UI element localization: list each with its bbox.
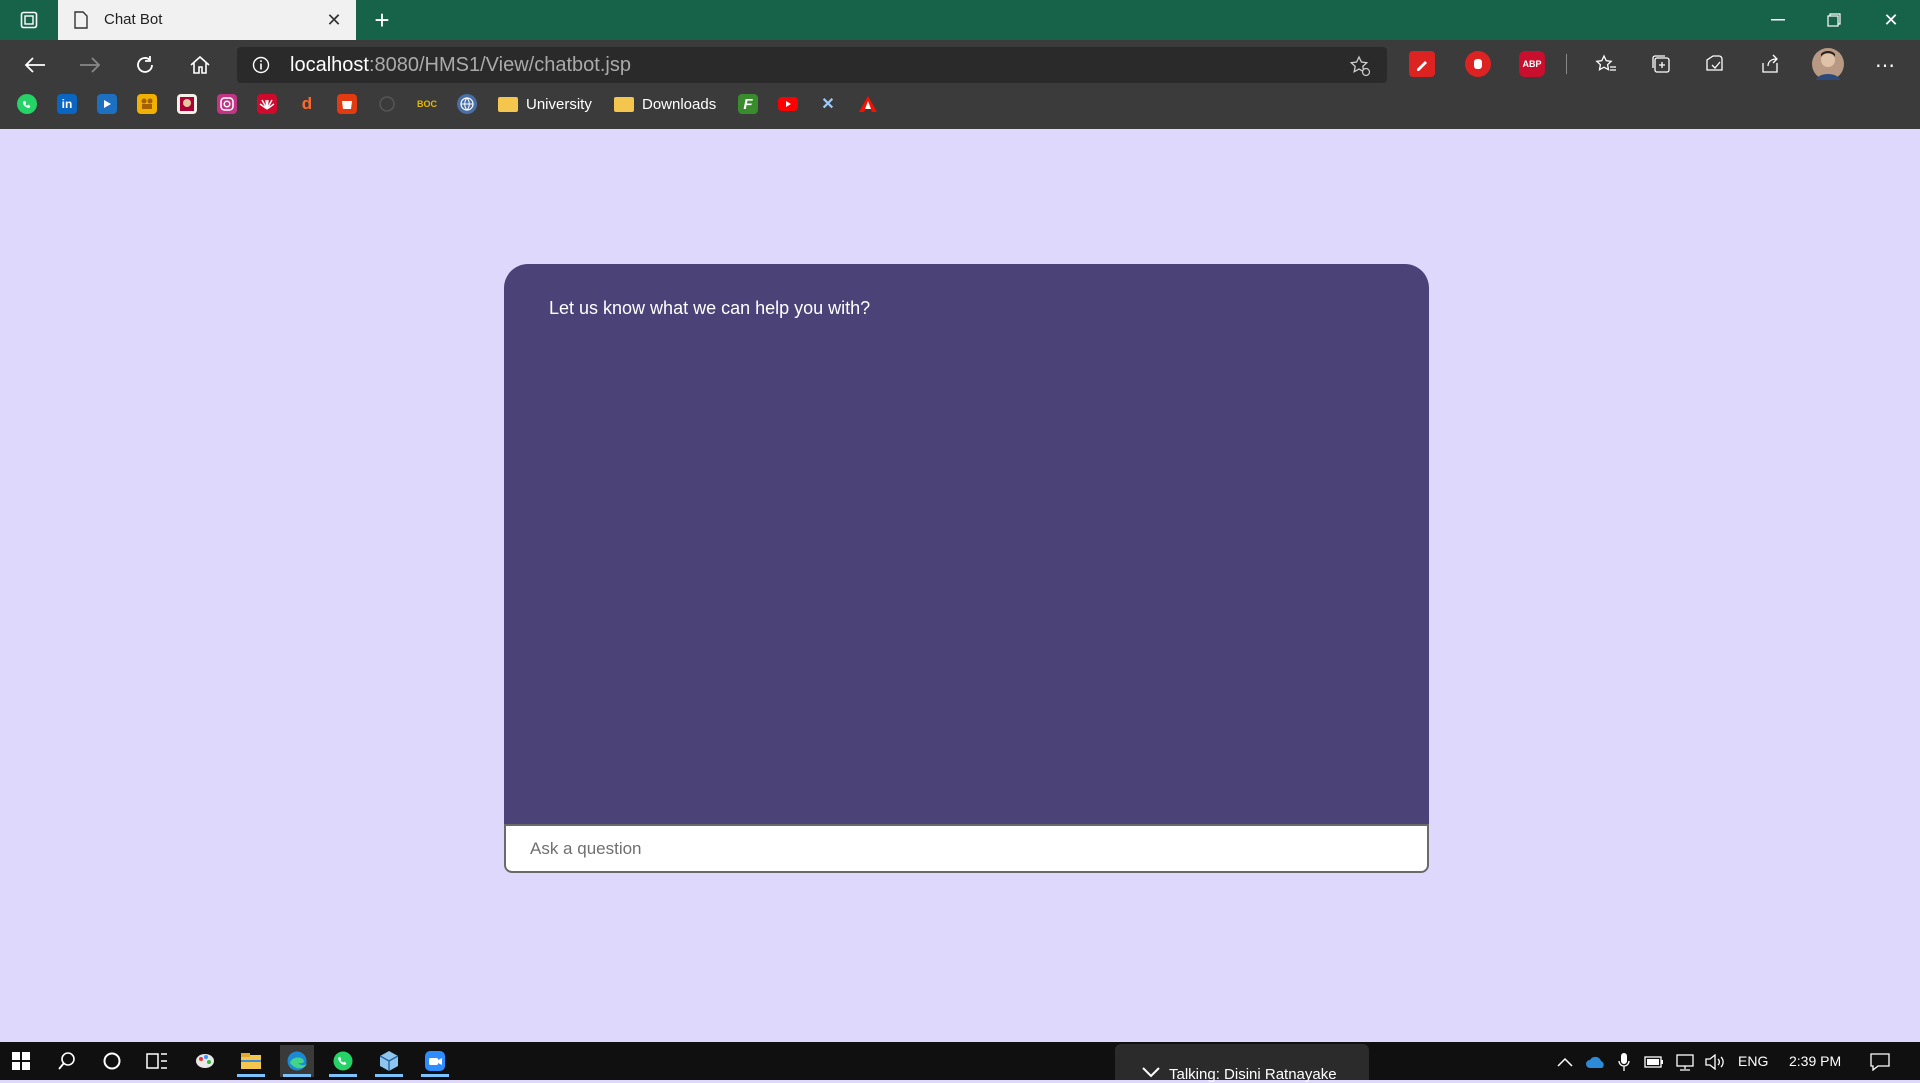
pen-extension-icon[interactable] — [1409, 51, 1435, 77]
cortana-icon[interactable] — [95, 1045, 129, 1077]
huawei-bookmark-icon[interactable] — [257, 94, 277, 114]
globe-bookmark-icon[interactable] — [457, 94, 477, 114]
volume-icon[interactable] — [1703, 1052, 1727, 1072]
browser-titlebar: Chat Bot ✕ + ✕ — [0, 0, 1920, 40]
chevron-down-icon[interactable] — [1141, 1065, 1161, 1080]
whatsapp-bookmark-icon[interactable] — [17, 94, 37, 114]
refresh-icon[interactable] — [130, 50, 160, 80]
whatsapp-app-icon[interactable] — [326, 1045, 360, 1077]
share-icon[interactable] — [1757, 51, 1783, 77]
tab-title: Chat Bot — [104, 11, 163, 28]
restore-icon[interactable] — [1822, 8, 1846, 32]
linkedin-bookmark-icon[interactable]: in — [57, 94, 77, 114]
movie-bookmark-icon[interactable] — [137, 94, 157, 114]
forward-icon[interactable] — [75, 50, 105, 80]
search-icon[interactable] — [50, 1045, 84, 1077]
bookmark-label: Downloads — [642, 95, 717, 113]
d-bookmark-icon[interactable]: d — [297, 94, 317, 114]
close-window-icon[interactable]: ✕ — [1879, 8, 1903, 32]
zoom-talking-popup[interactable]: Talking: Disini Ratnayake — [1115, 1044, 1369, 1083]
instagram-bookmark-icon[interactable] — [217, 94, 237, 114]
folder-icon — [498, 96, 518, 112]
minimize-icon[interactable] — [1766, 8, 1790, 32]
loading-bookmark-icon[interactable] — [377, 94, 397, 114]
adblock-plus-icon[interactable]: ABP — [1519, 51, 1545, 77]
bookmark-folder-university[interactable]: University — [498, 94, 592, 114]
page-icon — [72, 10, 90, 30]
tab-actions-icon[interactable] — [18, 9, 40, 31]
home-icon[interactable] — [185, 50, 215, 80]
active-indicator — [237, 1074, 265, 1077]
chat-greeting: Let us know what we can help you with? — [549, 298, 871, 318]
active-indicator — [421, 1074, 449, 1077]
site-info-icon[interactable] — [251, 55, 271, 75]
close-tab-icon[interactable]: ✕ — [324, 10, 344, 30]
more-menu-icon[interactable]: ⋯ — [1872, 52, 1898, 78]
folder-icon — [614, 96, 634, 112]
active-indicator — [375, 1074, 403, 1077]
clock[interactable]: 2:39 PM — [1789, 1053, 1841, 1069]
favorites-icon[interactable] — [1593, 51, 1619, 77]
notifications-icon[interactable] — [1868, 1050, 1892, 1074]
new-tab-icon[interactable]: + — [368, 5, 396, 35]
onedrive-icon[interactable] — [1584, 1052, 1608, 1072]
f-bookmark-icon[interactable]: F — [738, 94, 758, 114]
paint-app-icon[interactable] — [188, 1045, 222, 1077]
bookmark-folder-downloads[interactable]: Downloads — [614, 94, 716, 114]
video-bookmark-icon[interactable] — [97, 94, 117, 114]
zoom-app-icon[interactable] — [418, 1045, 452, 1077]
boc-bookmark-icon[interactable]: BOC — [413, 94, 441, 114]
hand-stop-extension-icon[interactable] — [1465, 51, 1491, 77]
file-explorer-icon[interactable] — [234, 1045, 268, 1077]
art-bookmark-icon[interactable] — [177, 94, 197, 114]
zoom-talking-label: Talking: Disini Ratnayake — [1169, 1066, 1337, 1083]
virtualbox-app-icon[interactable] — [372, 1045, 406, 1077]
shopping-bookmark-icon[interactable] — [337, 94, 357, 114]
battery-icon[interactable] — [1643, 1052, 1665, 1072]
question-input[interactable] — [504, 824, 1429, 873]
collections-icon[interactable] — [1648, 51, 1674, 77]
edge-app-icon[interactable] — [280, 1045, 314, 1077]
url-path: :8080/HMS1/View/chatbot.jsp — [368, 54, 631, 76]
toolbar-divider — [1566, 54, 1567, 74]
youtube-bookmark-icon[interactable] — [778, 94, 798, 114]
adobe-bookmark-icon[interactable] — [858, 94, 878, 114]
x-tool-bookmark-icon[interactable]: ✕ — [818, 94, 838, 114]
profile-avatar[interactable] — [1812, 48, 1844, 80]
microphone-icon[interactable] — [1615, 1050, 1633, 1074]
add-favorite-icon[interactable] — [1348, 54, 1372, 78]
active-indicator — [329, 1074, 357, 1077]
bookmark-label: University — [526, 95, 592, 113]
chevron-up-icon[interactable] — [1555, 1052, 1575, 1072]
language-indicator[interactable]: ENG — [1738, 1053, 1768, 1069]
back-icon[interactable] — [20, 50, 50, 80]
task-view-icon[interactable] — [140, 1045, 174, 1077]
chat-panel: Let us know what we can help you with? — [504, 264, 1429, 824]
active-indicator — [283, 1074, 311, 1077]
address-bar[interactable]: localhost:8080/HMS1/View/chatbot.jsp — [237, 47, 1387, 83]
network-icon[interactable] — [1673, 1052, 1697, 1072]
performance-icon[interactable] — [1702, 51, 1728, 77]
start-icon[interactable] — [4, 1045, 38, 1077]
tab-chat-bot[interactable]: Chat Bot ✕ — [58, 0, 356, 40]
url-host: localhost — [290, 54, 369, 76]
